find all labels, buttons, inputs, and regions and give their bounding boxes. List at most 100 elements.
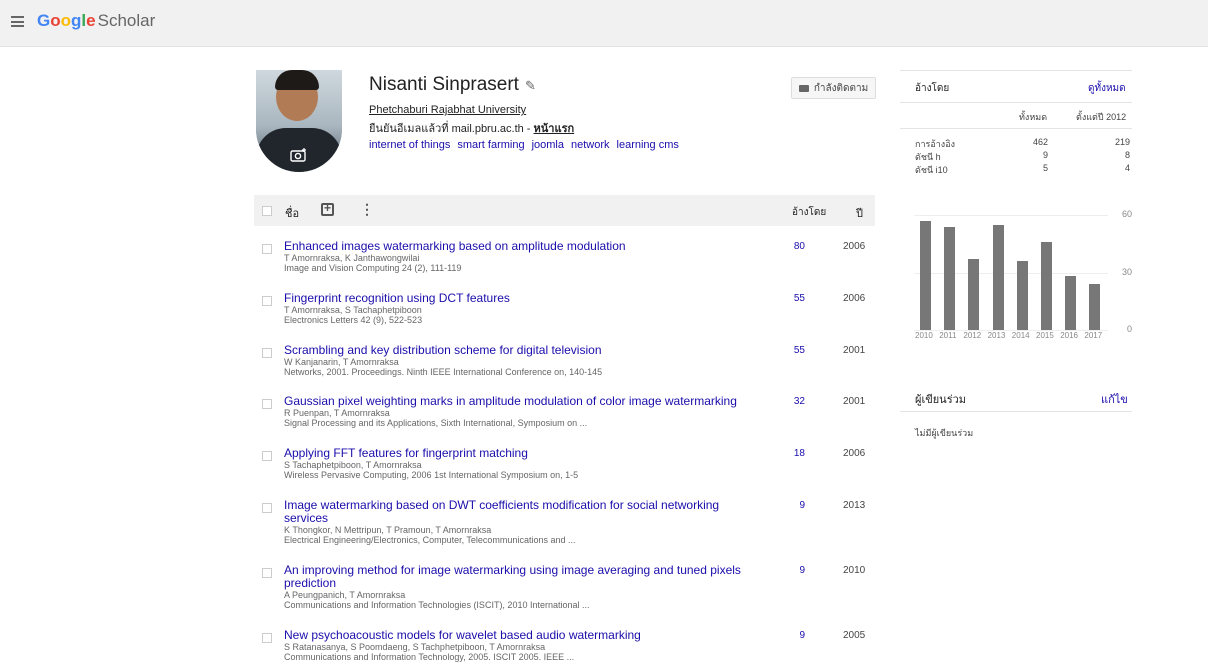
chart-x-tick: 2013 (987, 331, 1006, 340)
article-cited-count[interactable]: 9 (792, 500, 805, 511)
article-venue: Electronics Letters 42 (9), 522-523 (284, 315, 423, 325)
article-checkbox[interactable] (262, 348, 272, 358)
chart-y-tick: 60 (1121, 209, 1132, 219)
article-checkbox[interactable] (262, 451, 272, 461)
chart-x-tick: 2012 (963, 331, 982, 340)
hamburger-menu-icon[interactable] (11, 16, 24, 27)
chart-bar[interactable] (1041, 241, 1052, 330)
article-venue: Wireless Pervasive Computing, 2006 1st I… (284, 470, 579, 480)
follow-button[interactable]: กำลังติดตาม (791, 77, 876, 99)
logo-letter: g (71, 11, 82, 30)
select-all-checkbox[interactable] (262, 206, 272, 216)
interest-link[interactable]: joomla (532, 139, 564, 151)
chart-x-tick: 2014 (1011, 331, 1030, 340)
article-year: 2010 (843, 565, 866, 576)
chart-bar[interactable] (944, 226, 956, 330)
article-authors: W Kanjanarin, T Amornraksa (284, 357, 399, 367)
article-year: 2005 (843, 630, 866, 641)
logo-word: Google (37, 11, 96, 30)
article-title-link[interactable]: Gaussian pixel weighting marks in amplit… (284, 395, 754, 408)
article-cited-count[interactable]: 18 (792, 448, 805, 459)
top-bar: Google Scholar (0, 0, 1208, 47)
stat-row: ดัชนี i10 5 4 (900, 163, 1132, 176)
interest-link[interactable]: smart farming (457, 139, 524, 151)
coauthors-title: ผู้เขียนร่วม (915, 394, 967, 406)
chart-x-tick: 2010 (915, 331, 933, 340)
article-title-link[interactable]: Image watermarking based on DWT coeffici… (284, 499, 754, 525)
sort-by-year[interactable]: ปี (856, 204, 863, 222)
column-since: ตั้งแต่ปี 2012 (1076, 112, 1127, 122)
stat-all: 9 (1042, 150, 1048, 160)
interest-link[interactable]: network (571, 139, 610, 151)
article-title-link[interactable]: New psychoacoustic models for wavelet ba… (284, 629, 754, 642)
affiliation-link[interactable]: Phetchaburi Rajabhat University (369, 104, 526, 116)
article-year: 2006 (843, 241, 866, 252)
chart-bar[interactable] (1089, 284, 1101, 330)
verified-email: ยืนยันอีเมลแล้วที่ mail.pbru.ac.th - หน้… (369, 119, 574, 137)
article-venue: Image and Vision Computing 24 (2), 111-1… (284, 263, 462, 273)
sort-by-title[interactable]: ชื่อ (285, 204, 299, 222)
article-cited-count[interactable]: 9 (792, 630, 805, 641)
envelope-icon (798, 84, 809, 92)
stat-row: ดัชนี h 9 8 (900, 150, 1132, 163)
more-options-icon[interactable]: ⋮ (360, 201, 374, 218)
article-checkbox[interactable] (262, 399, 272, 409)
article-authors: K Thongkor, N Mettripun, T Pramoun, T Am… (284, 525, 492, 535)
pencil-icon[interactable]: ✎ (525, 78, 536, 93)
chart-bar[interactable] (968, 259, 980, 330)
chart-bar[interactable] (920, 220, 931, 330)
article-title-link[interactable]: Enhanced images watermarking based on am… (284, 240, 754, 253)
article-checkbox[interactable] (262, 503, 272, 513)
article-checkbox[interactable] (262, 244, 272, 254)
article-cited-count[interactable]: 80 (792, 241, 805, 252)
verified-email-text: ยืนยันอีเมลแล้วที่ mail.pbru.ac.th - (369, 123, 534, 135)
interest-link[interactable]: internet of things (369, 139, 450, 151)
coauthors-divider (900, 411, 1132, 412)
stat-row: การอ้างอิง 462 219 (900, 137, 1132, 150)
article-title-link[interactable]: Applying FFT features for fingerprint ma… (284, 447, 754, 460)
article-cited-count[interactable]: 55 (792, 293, 805, 304)
chart-y-tick: 30 (1121, 266, 1132, 277)
article-authors: S Tachaphetpiboon, T Amornraksa (284, 460, 422, 470)
article-authors: A Peungpanich, T Amornraksa (284, 590, 406, 600)
interests-list: internet of things smart farming joomla net… (369, 139, 686, 151)
article-authors: S Ratanasanya, S Poomdaeng, S Tachphetpi… (284, 642, 546, 652)
chart-bar[interactable] (992, 224, 1004, 330)
profile-name: Nisanti Sinprasert ✎ (369, 74, 536, 96)
article-year: 2001 (843, 345, 866, 356)
article-checkbox[interactable] (262, 568, 272, 578)
column-all: ทั้งหมด (1019, 112, 1048, 122)
article-authors: R Puenpan, T Amornraksa (284, 408, 390, 418)
logo-letter: G (37, 11, 51, 30)
article-cited-count[interactable]: 32 (792, 396, 805, 407)
logo-letter: o (50, 11, 61, 30)
article-venue: Communications and Information Technolog… (284, 600, 590, 610)
chart-bar[interactable] (1016, 261, 1028, 330)
follow-button-label: กำลังติดตาม (813, 82, 869, 94)
homepage-link[interactable]: หน้าแรก (534, 123, 575, 135)
article-title-link[interactable]: An improving method for image watermarki… (284, 564, 754, 590)
article-title-link[interactable]: Scrambling and key distribution scheme f… (284, 344, 754, 357)
chart-x-tick: 2016 (1060, 331, 1078, 340)
logo-letter: o (60, 11, 72, 30)
article-title-link[interactable]: Fingerprint recognition using DCT featur… (284, 292, 754, 305)
article-checkbox[interactable] (262, 296, 272, 306)
add-article-icon[interactable] (321, 201, 334, 216)
article-venue: Signal Processing and its Applications, … (284, 418, 588, 428)
article-venue: Electrical Engineering/Electronics, Comp… (284, 535, 576, 545)
view-all-link[interactable]: ดูทั้งหมด (1088, 81, 1126, 96)
coauthors-edit-link[interactable]: แก้ไข (1101, 390, 1128, 408)
stat-label: การอ้างอิง (915, 139, 955, 149)
camera-icon[interactable] (290, 148, 308, 162)
stat-all: 5 (1042, 163, 1048, 173)
stat-label: ดัชนี h (915, 152, 941, 162)
google-scholar-logo[interactable]: Google Scholar (37, 11, 155, 31)
stat-since: 8 (1124, 150, 1130, 160)
sort-by-cited[interactable]: อ้างโดย (792, 205, 826, 220)
article-cited-count[interactable]: 9 (792, 565, 805, 576)
interest-link[interactable]: learning cms (617, 139, 679, 151)
article-cited-count[interactable]: 55 (792, 345, 805, 356)
article-checkbox[interactable] (262, 633, 272, 643)
chart-bar[interactable] (1065, 276, 1077, 330)
chart-x-tick: 2017 (1084, 331, 1103, 340)
